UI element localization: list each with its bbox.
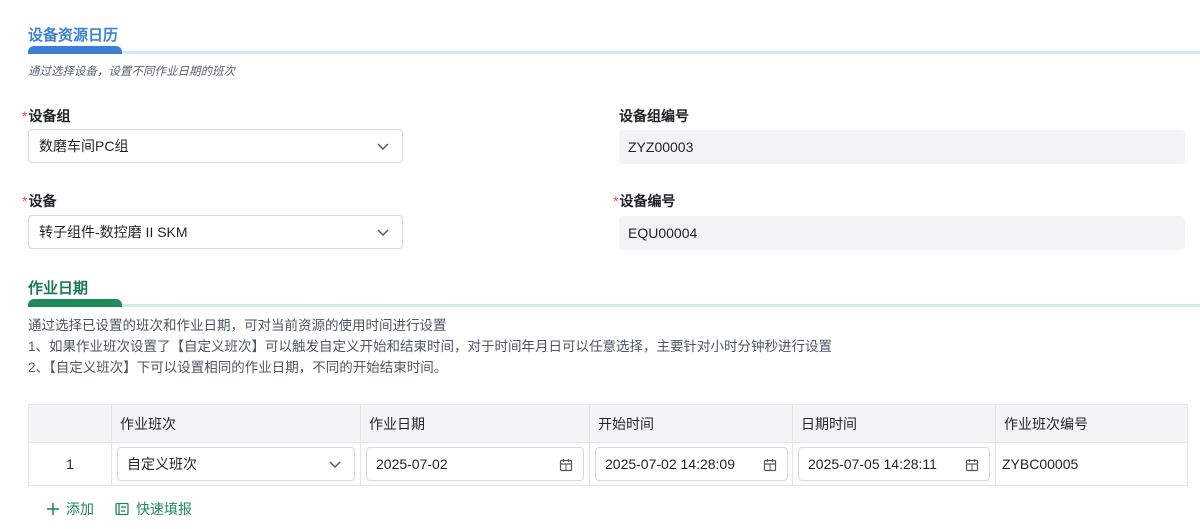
chevron-down-icon [377,143,389,150]
section-divider [28,51,1200,54]
add-row-label: 添加 [66,501,94,517]
equipment-select[interactable]: 转子组件-数控磨 II SKM [28,215,403,249]
equipment-code-value: EQU00004 [628,225,698,241]
shift-code-cell: ZYBC00005 [996,443,1189,485]
end-time-picker[interactable]: 2025-07-05 14:28:11 [798,447,990,481]
column-header-index [29,405,112,443]
required-mark: * [613,193,619,209]
calendar-icon [965,459,979,472]
plus-icon [47,503,59,515]
equipment-group-label: *设备组 [22,108,71,124]
column-header-shift: 作业班次 [112,405,361,443]
calendar-icon [559,459,573,472]
equipment-code-field: EQU00004 [619,216,1185,250]
chevron-down-icon [329,461,341,468]
shift-value: 自定义班次 [127,456,197,472]
shift-cell: 自定义班次 [112,443,361,485]
section-description: 通过选择设备，设置不同作业日期的班次 [28,66,235,78]
calendar-icon [763,459,777,472]
shift-select[interactable]: 自定义班次 [117,447,355,481]
equipment-value: 转子组件-数控磨 II SKM [39,224,188,240]
section-accent-bar [28,46,122,54]
table-header: 作业班次 作业日期 开始时间 日期时间 作业班次编号 [29,405,1187,443]
section-description-line-2: 1、如果作业班次设置了【自定义班次】可以触发自定义开始和结束时间，对于时间年月日… [28,339,833,354]
work-date-picker[interactable]: 2025-07-02 [366,447,584,481]
equipment-group-select[interactable]: 数磨车间PC组 [28,129,403,163]
section-title-work-date: 作业日期 [28,280,89,297]
chevron-down-icon [377,229,389,236]
equipment-group-code-label: 设备组编号 [619,108,689,124]
required-mark: * [22,108,28,124]
equipment-group-code-value: ZYZ00003 [628,139,694,155]
work-date-cell: 2025-07-02 [361,443,590,485]
equipment-code-label: *设备编号 [613,193,676,209]
section-description-line-3: 2、【自定义班次】下可以设置相同的作业日期，不同的开始结束时间。 [28,360,448,375]
required-mark: * [22,193,28,209]
start-time-cell: 2025-07-02 14:28:09 [590,443,793,485]
equipment-group-code-field: ZYZ00003 [619,130,1185,164]
equipment-group-value: 数磨车间PC组 [39,138,129,154]
column-header-end-time: 日期时间 [793,405,996,443]
equipment-label: *设备 [22,193,57,209]
section-title-equipment-calendar: 设备资源日历 [28,27,119,44]
column-header-start-time: 开始时间 [590,405,793,443]
quick-fill-icon [115,502,129,516]
end-time-cell: 2025-07-05 14:28:11 [793,443,996,485]
shift-table: 作业班次 作业日期 开始时间 日期时间 作业班次编号 1 自定义班次 2025-… [28,404,1188,486]
work-date-value: 2025-07-02 [376,456,448,472]
start-time-picker[interactable]: 2025-07-02 14:28:09 [595,447,788,481]
section-description-line-1: 通过选择已设置的班次和作业日期，可对当前资源的使用时间进行设置 [28,318,447,333]
column-header-shift-code: 作业班次编号 [1004,416,1088,432]
end-time-value: 2025-07-05 14:28:11 [808,456,937,472]
section-accent-bar [28,299,122,307]
row-index: 1 [29,443,112,485]
section-divider [28,304,1200,307]
quick-fill-button[interactable]: 快速填报 [115,499,192,519]
quick-fill-label: 快速填报 [136,501,192,517]
start-time-value: 2025-07-02 14:28:09 [605,456,735,472]
add-row-button[interactable]: 添加 [46,499,94,519]
column-header-work-date: 作业日期 [361,405,590,443]
shift-code-value: ZYBC00005 [1002,456,1079,472]
